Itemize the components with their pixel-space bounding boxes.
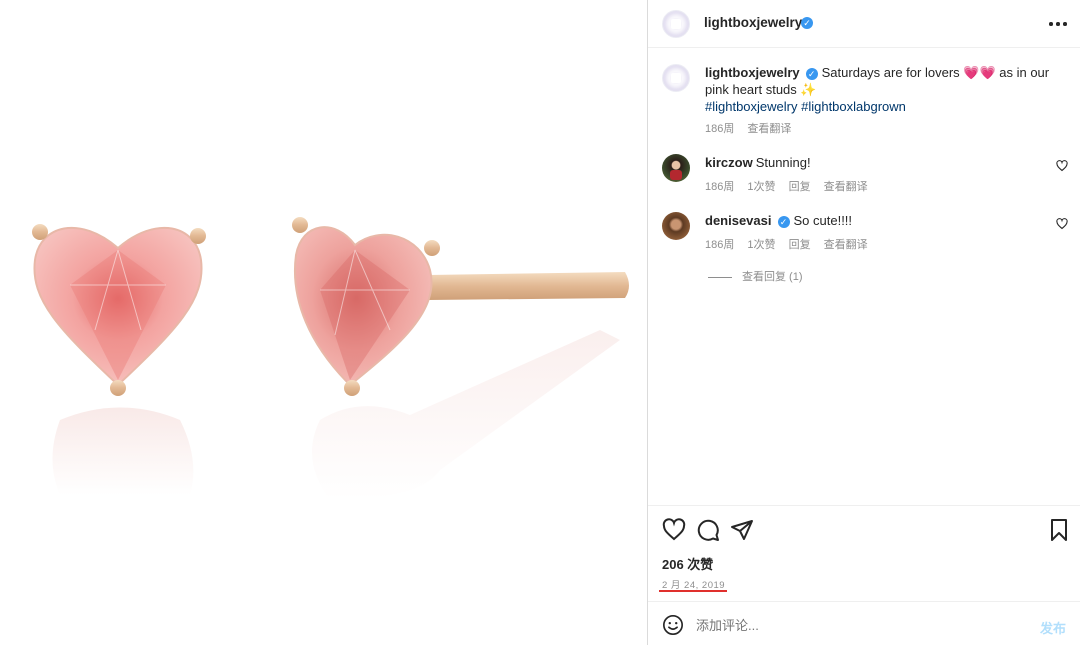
reply-button[interactable]: 回复: [789, 181, 811, 193]
post-date[interactable]: 2 月 24, 2019: [662, 577, 725, 591]
like-comment-heart-icon[interactable]: [1056, 218, 1068, 230]
author-username[interactable]: lightboxjewelry: [704, 15, 802, 30]
earrings-image: [32, 217, 629, 500]
comment-age: 186周: [705, 239, 735, 251]
commenter-avatar[interactable]: [662, 212, 690, 240]
view-replies-link[interactable]: 查看回复 (1): [708, 268, 803, 284]
comment-meta: 186周 1次赞 回复 查看翻译: [705, 178, 878, 194]
add-comment-input[interactable]: [696, 618, 1016, 633]
verified-badge-icon: ✓: [777, 216, 790, 228]
caption-age: 186周: [705, 123, 735, 135]
commenter-avatar[interactable]: [662, 154, 690, 182]
comment-item: kirczow Stunning! 186周 1次赞 回复 查看翻译: [662, 154, 1072, 198]
caption-text-block: lightboxjewelry ✓ Saturdays are for lovers…: [705, 64, 1050, 115]
comment-item: denisevasi ✓ So cute!!!! 186周 1次赞 回复 查看翻译: [662, 212, 1072, 256]
comment-text-block: denisevasi ✓ So cute!!!!: [705, 212, 1050, 229]
author-avatar[interactable]: [662, 10, 690, 38]
comment-icon[interactable]: [696, 518, 720, 542]
post-header: lightboxjewelry ✓: [648, 0, 1080, 48]
verified-badge-icon: ✓: [805, 68, 818, 80]
comment-age: 186周: [705, 181, 735, 193]
more-options-icon[interactable]: [1048, 14, 1068, 34]
comment-text: So cute!!!!: [793, 213, 853, 228]
comment-likes[interactable]: 1次赞: [747, 181, 775, 193]
caption-username[interactable]: lightboxjewelry: [705, 65, 800, 80]
reply-button[interactable]: 回复: [789, 239, 811, 251]
comment-username[interactable]: kirczow: [705, 155, 753, 170]
caption-avatar[interactable]: [662, 64, 690, 92]
verified-badge-icon: ✓: [801, 17, 813, 29]
comment-username[interactable]: denisevasi: [705, 213, 772, 228]
translate-link[interactable]: 查看翻译: [824, 239, 868, 251]
comment-text-block: kirczow Stunning!: [705, 154, 1050, 171]
comment-likes[interactable]: 1次赞: [747, 239, 775, 251]
caption-hashtags[interactable]: #lightboxjewelry #lightboxlabgrown: [705, 99, 906, 114]
comment-text: Stunning!: [755, 155, 811, 170]
caption: lightboxjewelry ✓ Saturdays are for lovers…: [662, 64, 1072, 136]
caption-meta: 186周 查看翻译: [705, 120, 801, 136]
post-comment-button[interactable]: 发布: [1040, 618, 1066, 637]
comment-meta: 186周 1次赞 回复 查看翻译: [705, 236, 878, 252]
view-replies-label[interactable]: 查看回复 (1): [742, 271, 803, 283]
date-highlight-underline: [659, 590, 727, 592]
translate-link[interactable]: 查看翻译: [824, 181, 868, 193]
emoji-icon[interactable]: [662, 614, 684, 636]
likes-count[interactable]: 206 次赞: [662, 554, 713, 573]
send-icon[interactable]: [730, 518, 754, 542]
bookmark-icon[interactable]: [1047, 518, 1071, 542]
like-comment-heart-icon[interactable]: [1056, 160, 1068, 172]
post-image[interactable]: [0, 0, 647, 645]
comment-input-bar: 发布: [648, 601, 1080, 645]
replies-line: [708, 276, 732, 278]
translate-link[interactable]: 查看翻译: [747, 123, 791, 135]
post-actions: 206 次赞 2 月 24, 2019: [648, 505, 1080, 601]
post-details-panel: lightboxjewelry ✓ lightboxjewelry ✓ Saturd…: [648, 0, 1080, 645]
heart-icon[interactable]: [662, 518, 686, 542]
